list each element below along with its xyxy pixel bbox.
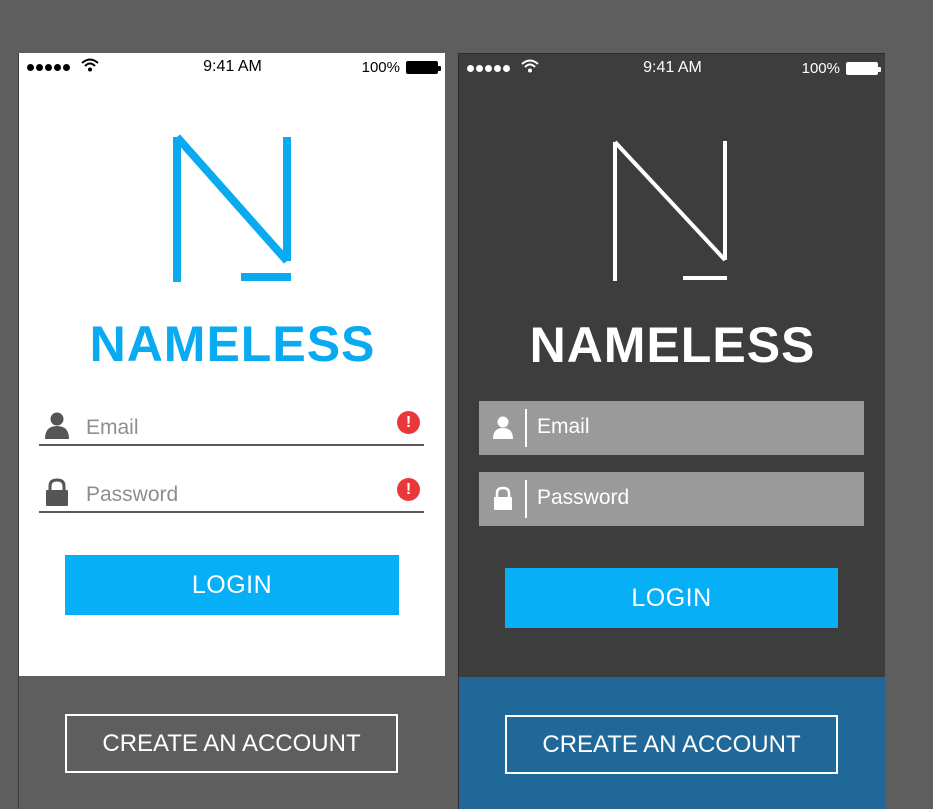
email-field[interactable]: Email ! [39, 408, 424, 446]
field-divider [525, 480, 527, 518]
user-icon [45, 412, 69, 439]
password-field[interactable]: Password ! [39, 475, 424, 513]
error-icon: ! [397, 411, 420, 434]
footer: CREATE AN ACCOUNT [19, 676, 445, 809]
footer: CREATE AN ACCOUNT [459, 677, 885, 809]
status-bar: 9:41 AM 100% [19, 53, 445, 81]
user-icon [493, 416, 513, 439]
brand-title: NAMELESS [89, 316, 376, 372]
battery-percentage: 100% [801, 60, 840, 77]
battery-icon [406, 61, 441, 74]
field-divider [525, 409, 527, 447]
error-icon: ! [397, 478, 420, 501]
create-account-button[interactable]: CREATE AN ACCOUNT [505, 715, 838, 774]
battery-icon [846, 62, 881, 75]
login-button[interactable]: LOGIN [505, 568, 838, 628]
create-account-button[interactable]: CREATE AN ACCOUNT [65, 714, 398, 773]
login-button[interactable]: LOGIN [65, 555, 399, 615]
light-login-screen: 9:41 AM 100% NAMELESS Email ! Password !… [18, 53, 445, 809]
email-field[interactable]: Email [479, 401, 864, 455]
password-placeholder: Password [537, 486, 630, 509]
dark-login-screen: 9:41 AM 100% NAMELESS Email Password LOG… [458, 53, 885, 809]
email-placeholder: Email [86, 416, 139, 439]
n-logo-icon [173, 134, 291, 282]
password-placeholder: Password [86, 483, 179, 506]
password-field[interactable]: Password [479, 472, 864, 526]
status-bar: 9:41 AM 100% [459, 54, 885, 82]
battery-percentage: 100% [361, 59, 400, 76]
email-placeholder: Email [537, 415, 590, 438]
brand-title: NAMELESS [529, 317, 816, 373]
n-logo-icon [613, 140, 727, 281]
lock-icon [494, 486, 512, 510]
lock-icon [46, 478, 68, 506]
